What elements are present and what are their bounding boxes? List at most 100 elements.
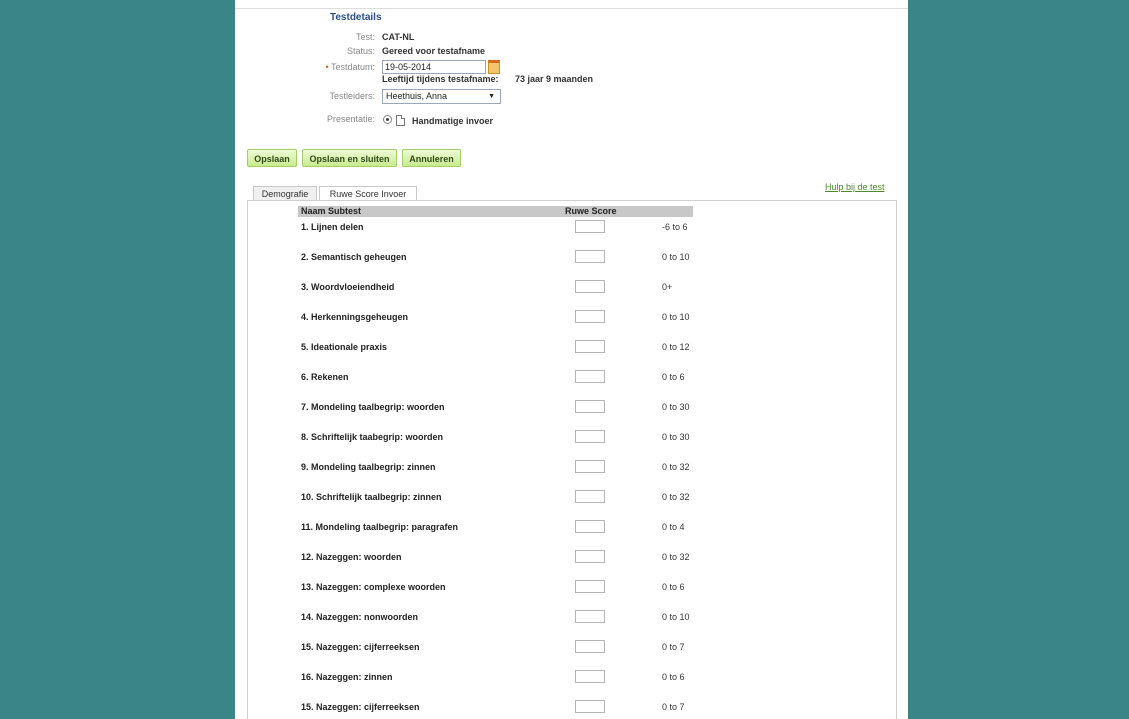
subtest-name: 3. Woordvloeiendheid xyxy=(301,282,395,292)
score-range: 0+ xyxy=(662,282,673,292)
cancel-button[interactable]: Annuleren xyxy=(402,149,461,167)
score-range: 0 to 10 xyxy=(662,312,690,322)
col-score-header: Ruwe Score xyxy=(565,206,617,216)
calendar-icon[interactable] xyxy=(488,60,500,74)
raw-score-input[interactable] xyxy=(575,700,605,713)
subtest-name: 9. Mondeling taalbegrip: zinnen xyxy=(301,462,436,472)
score-range: -6 to 6 xyxy=(662,222,688,232)
test-label: Test: xyxy=(355,32,375,42)
test-leaders-select[interactable]: Heethuis, Anna ▼ xyxy=(382,89,501,104)
subtest-name: 10. Schriftelijk taalbegrip: zinnen xyxy=(301,492,442,502)
document-icon xyxy=(396,115,405,126)
table-row: 8. Schriftelijk taabegrip: woorden 0 to 3… xyxy=(235,430,908,448)
tab-demografie[interactable]: Demografie xyxy=(253,186,317,201)
presentation-row: Presentatie: Handmatige invoer xyxy=(235,114,908,128)
score-range: 0 to 12 xyxy=(662,342,690,352)
age-row: Leeftijd tijdens testafname: 73 jaar 9 m… xyxy=(235,74,908,88)
table-header: Naam Subtest Ruwe Score xyxy=(298,206,693,217)
score-range: 0 to 30 xyxy=(662,432,690,442)
table-row: 12. Nazeggen: woorden 0 to 32 xyxy=(235,550,908,568)
raw-score-input[interactable] xyxy=(575,490,605,503)
subtest-name: 2. Semantisch geheugen xyxy=(301,252,407,262)
score-range: 0 to 6 xyxy=(662,582,685,592)
score-range: 0 to 7 xyxy=(662,642,685,652)
raw-score-input[interactable] xyxy=(575,430,605,443)
date-label: • Testdatum: xyxy=(325,62,375,72)
table-row: 3. Woordvloeiendheid 0+ xyxy=(235,280,908,298)
raw-score-input[interactable] xyxy=(575,250,605,263)
table-row: 11. Mondeling taalbegrip: paragrafen 0 to… xyxy=(235,520,908,538)
test-date-input[interactable] xyxy=(382,60,486,74)
score-range: 0 to 6 xyxy=(662,372,685,382)
table-row: 1. Lijnen delen -6 to 6 xyxy=(235,220,908,238)
subtest-name: 16. Nazeggen: zinnen xyxy=(301,672,393,682)
subtest-name: 15. Nazeggen: cijferreeksen xyxy=(301,702,420,712)
subtest-name: 11. Mondeling taalbegrip: paragrafen xyxy=(301,522,459,532)
table-row: 7. Mondeling taalbegrip: woorden 0 to 30 xyxy=(235,400,908,418)
raw-score-input[interactable] xyxy=(575,640,605,653)
table-row: 15. Nazeggen: cijferreeksen 0 to 7 xyxy=(235,640,908,658)
raw-score-input[interactable] xyxy=(575,280,605,293)
presentation-value: Handmatige invoer xyxy=(412,116,494,126)
table-row: 6. Rekenen 0 to 6 xyxy=(235,370,908,388)
age-label: Leeftijd tijdens testafname: xyxy=(382,74,499,84)
subtest-name: 1. Lijnen delen xyxy=(301,222,364,232)
col-name-header: Naam Subtest xyxy=(301,206,362,216)
required-mark: • xyxy=(325,62,329,72)
subtest-name: 12. Nazeggen: woorden xyxy=(301,552,402,562)
score-range: 0 to 30 xyxy=(662,402,690,412)
table-row: 2. Semantisch geheugen 0 to 10 xyxy=(235,250,908,268)
subtest-name: 7. Mondeling taalbegrip: woorden xyxy=(301,402,445,412)
raw-score-input[interactable] xyxy=(575,340,605,353)
table-row: 16. Nazeggen: zinnen 0 to 6 xyxy=(235,670,908,688)
save-close-button[interactable]: Opslaan en sluiten xyxy=(302,149,397,167)
raw-score-input[interactable] xyxy=(575,550,605,563)
save-button[interactable]: Opslaan xyxy=(247,149,297,167)
status-value: Gereed voor testafname xyxy=(382,46,486,56)
score-range: 0 to 4 xyxy=(662,522,685,532)
subtest-name: 15. Nazeggen: cijferreeksen xyxy=(301,642,420,652)
raw-score-input[interactable] xyxy=(575,610,605,623)
leaders-row: Testleiders: Heethuis, Anna ▼ xyxy=(235,89,908,105)
table-row: 15. Nazeggen: cijferreeksen 0 to 7 xyxy=(235,700,908,718)
help-link[interactable]: Hulp bij de test xyxy=(825,182,885,192)
top-divider xyxy=(235,8,908,9)
subtest-name: 4. Herkenningsgeheugen xyxy=(301,312,409,322)
presentation-label: Presentatie: xyxy=(326,114,375,124)
raw-score-input[interactable] xyxy=(575,460,605,473)
score-range: 0 to 7 xyxy=(662,702,685,712)
raw-score-input[interactable] xyxy=(575,370,605,383)
score-range: 0 to 6 xyxy=(662,672,685,682)
raw-score-input[interactable] xyxy=(575,580,605,593)
status-label: Status: xyxy=(346,46,375,56)
presentation-radio[interactable] xyxy=(383,115,392,124)
test-row: Test: CAT-NL xyxy=(235,32,908,46)
subtest-name: 6. Rekenen xyxy=(301,372,349,382)
status-row: Status: Gereed voor testafname xyxy=(235,46,908,60)
raw-score-input[interactable] xyxy=(575,670,605,683)
table-row: 14. Nazeggen: nonwoorden 0 to 10 xyxy=(235,610,908,628)
subtest-name: 13. Nazeggen: complexe woorden xyxy=(301,582,446,592)
score-range: 0 to 32 xyxy=(662,462,690,472)
table-row: 4. Herkenningsgeheugen 0 to 10 xyxy=(235,310,908,328)
table-row: 10. Schriftelijk taalbegrip: zinnen 0 to … xyxy=(235,490,908,508)
raw-score-input[interactable] xyxy=(575,220,605,233)
main-content: Testdetails Test: CAT-NL Status: Gereed … xyxy=(235,0,908,719)
table-row: 5. Ideationale praxis 0 to 12 xyxy=(235,340,908,358)
raw-score-input[interactable] xyxy=(575,520,605,533)
raw-score-input[interactable] xyxy=(575,310,605,323)
score-range: 0 to 10 xyxy=(662,252,690,262)
score-range: 0 to 32 xyxy=(662,552,690,562)
subtest-name: 14. Nazeggen: nonwoorden xyxy=(301,612,419,622)
score-range: 0 to 10 xyxy=(662,612,690,622)
table-row: 13. Nazeggen: complexe woorden 0 to 6 xyxy=(235,580,908,598)
leaders-label: Testleiders: xyxy=(329,91,375,101)
section-title: Testdetails xyxy=(330,12,382,23)
test-value: CAT-NL xyxy=(382,32,415,42)
table-row: 9. Mondeling taalbegrip: zinnen 0 to 32 xyxy=(235,460,908,478)
subtest-name: 5. Ideationale praxis xyxy=(301,342,388,352)
raw-score-input[interactable] xyxy=(575,400,605,413)
test-leaders-value: Heethuis, Anna xyxy=(386,91,448,101)
chevron-down-icon: ▼ xyxy=(488,93,495,100)
age-value: 73 jaar 9 maanden xyxy=(515,74,594,84)
